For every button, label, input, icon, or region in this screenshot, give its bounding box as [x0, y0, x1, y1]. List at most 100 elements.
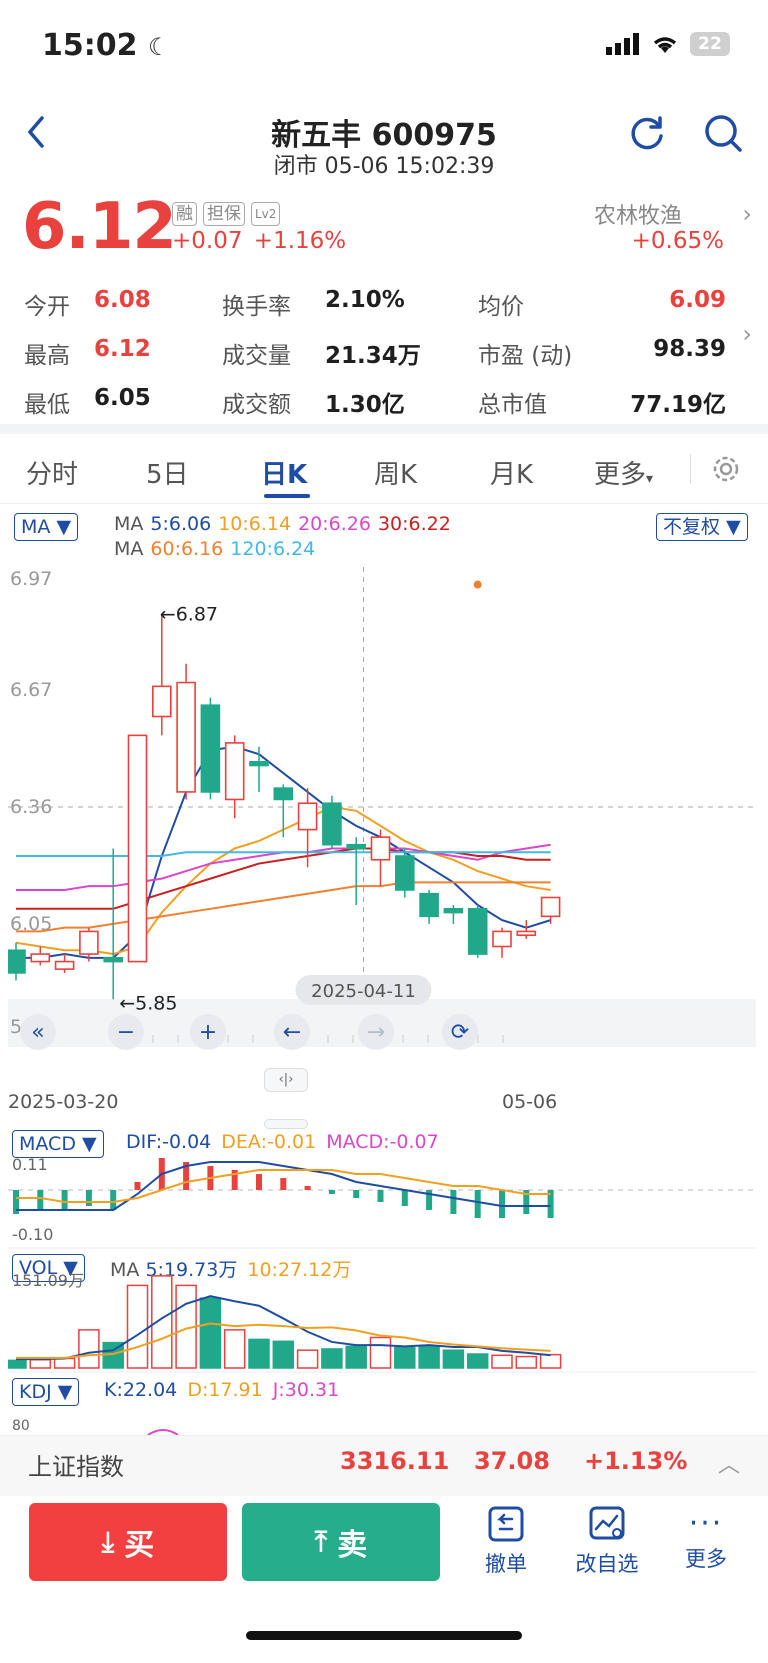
gear-icon[interactable]	[709, 452, 743, 486]
stat-value: 6.05	[94, 385, 151, 411]
adjust-select[interactable]: 不复权 ▼	[656, 513, 748, 541]
candle-body	[492, 930, 512, 948]
indicator-select[interactable]: MA ▼	[14, 513, 79, 541]
macd-bar	[280, 1178, 287, 1190]
index-change-percent: +1.13%	[584, 1447, 688, 1475]
stat-value: 6.08	[94, 287, 151, 313]
stat-value: 6.09	[669, 287, 726, 313]
candle-body	[79, 930, 99, 955]
stat-value: 77.19亿	[630, 392, 726, 418]
macd-bar	[134, 1182, 141, 1190]
tab-monthly-k[interactable]: 月K	[490, 454, 533, 491]
wifi-icon	[653, 37, 677, 53]
vol-top-tick: 151.09万	[12, 1271, 84, 1290]
macd-bar	[37, 1190, 44, 1210]
search-icon[interactable]	[702, 112, 744, 154]
macd-bar	[256, 1174, 262, 1190]
candle-body	[370, 836, 391, 861]
buy-button[interactable]: ⤓ 买	[29, 1503, 227, 1581]
rewind-icon[interactable]: «	[20, 1014, 56, 1050]
ma-legend-line2: MA 60:6.16 120:6.24	[114, 538, 322, 560]
tab-daily-k[interactable]: 日K	[261, 454, 307, 491]
sell-button[interactable]: ⤒ 卖	[242, 1503, 440, 1581]
macd-bar	[353, 1190, 360, 1198]
drag-handle[interactable]: ‹|›	[264, 1068, 308, 1092]
more-dots-icon: ···	[688, 1506, 724, 1541]
status-time: 15:02 ☾	[42, 28, 169, 63]
home-indicator	[246, 1631, 522, 1640]
ma-legend-item: 20:6.26	[298, 513, 371, 535]
volume-bar	[539, 1353, 562, 1369]
stat-label: 最高	[24, 343, 70, 369]
candle-body	[8, 949, 26, 974]
stat-label: 成交量	[222, 343, 291, 369]
candle-body	[127, 734, 148, 963]
volume-bar	[369, 1336, 392, 1369]
cancel-order-label: 撤单	[485, 1552, 527, 1576]
index-value: 3316.11	[340, 1447, 450, 1475]
candle-body	[322, 802, 342, 846]
chevron-up-icon[interactable]: ︿	[718, 1447, 740, 1479]
stat-value: 21.34万	[325, 343, 421, 369]
volume-bar	[8, 1359, 27, 1369]
indicator-panels[interactable]: 0.11 -0.10 151.09万 80	[8, 1130, 756, 1435]
tab-weekly-k[interactable]: 周K	[374, 454, 417, 491]
section-divider	[0, 424, 768, 434]
macd-bar	[110, 1190, 117, 1210]
stat-label: 市盈 (动)	[478, 343, 573, 369]
cancel-order-button[interactable]: 撤单	[466, 1505, 546, 1578]
ma-legend-item: 10:6.14	[218, 513, 292, 535]
more-button[interactable]: ··· 更多	[666, 1505, 746, 1573]
volume-bar	[515, 1355, 538, 1369]
candle-body	[540, 896, 561, 918]
edit-watchlist-button[interactable]: 改自选	[567, 1505, 647, 1578]
zoom-out-icon[interactable]: −	[108, 1014, 144, 1050]
stat-label: 总市值	[478, 392, 547, 418]
rotate-icon[interactable]: ⟳	[442, 1014, 478, 1050]
x-start-label: 2025-03-20	[8, 1091, 119, 1113]
change-value: +0.07	[172, 228, 243, 254]
macd-bottom-tick: -0.10	[12, 1225, 53, 1244]
ma-legend-item: 30:6.22	[377, 513, 451, 535]
ma-legend-item: 60:6.16	[150, 538, 224, 560]
level2-tag: Lv2	[251, 202, 281, 226]
refresh-icon[interactable]	[626, 112, 668, 154]
caret-down-icon: ▾	[646, 471, 654, 487]
stock-tags: 融 担保 Lv2	[172, 202, 281, 226]
ma-legend-line1: MA 5:6.06 10:6.14 20:6.26 30:6.22	[114, 513, 458, 535]
volume-bar	[29, 1358, 52, 1369]
more-label: 更多	[685, 1547, 727, 1571]
caret-down-icon: ▼	[726, 516, 741, 538]
ma-legend-item: MA	[114, 513, 144, 535]
candle-body	[443, 908, 464, 914]
moon-icon: ☾	[147, 33, 170, 61]
volume-bar	[223, 1329, 246, 1369]
stat-label: 成交额	[222, 392, 291, 418]
panel-handle[interactable]	[264, 1119, 308, 1129]
volume-bar	[199, 1297, 222, 1369]
volume-bar	[151, 1275, 173, 1369]
zoom-in-icon[interactable]: +	[190, 1014, 226, 1050]
volume-bar	[491, 1354, 513, 1369]
candle-body	[467, 908, 488, 955]
tab-more[interactable]: 更多▾	[594, 454, 653, 491]
chevron-right-icon[interactable]: ›	[742, 320, 752, 348]
x-end-label: 05-06	[502, 1091, 558, 1113]
tab-5day[interactable]: 5日	[146, 454, 189, 491]
chevron-right-icon[interactable]: ›	[742, 200, 752, 228]
candle-body	[394, 855, 415, 891]
volume-bar	[248, 1338, 270, 1369]
volume-bar	[272, 1340, 295, 1369]
arrow-left-icon[interactable]: ←	[274, 1014, 310, 1050]
sector-name[interactable]: 农林牧渔	[594, 198, 682, 230]
volume-bar	[321, 1348, 343, 1369]
sector-change[interactable]: +0.65%	[632, 228, 724, 254]
tab-intraday[interactable]: 分时	[26, 454, 78, 491]
collateral-tag: 担保	[203, 202, 245, 226]
kline-chart[interactable]: 6.976.676.366.055.75←6.87←5.852025-04-11	[8, 567, 756, 1047]
arrow-right-icon[interactable]: →	[358, 1014, 394, 1050]
clock-text: 15:02	[42, 28, 138, 63]
candle-body	[54, 960, 75, 970]
sell-label: 卖	[337, 1528, 368, 1563]
volume-bar	[126, 1284, 149, 1369]
